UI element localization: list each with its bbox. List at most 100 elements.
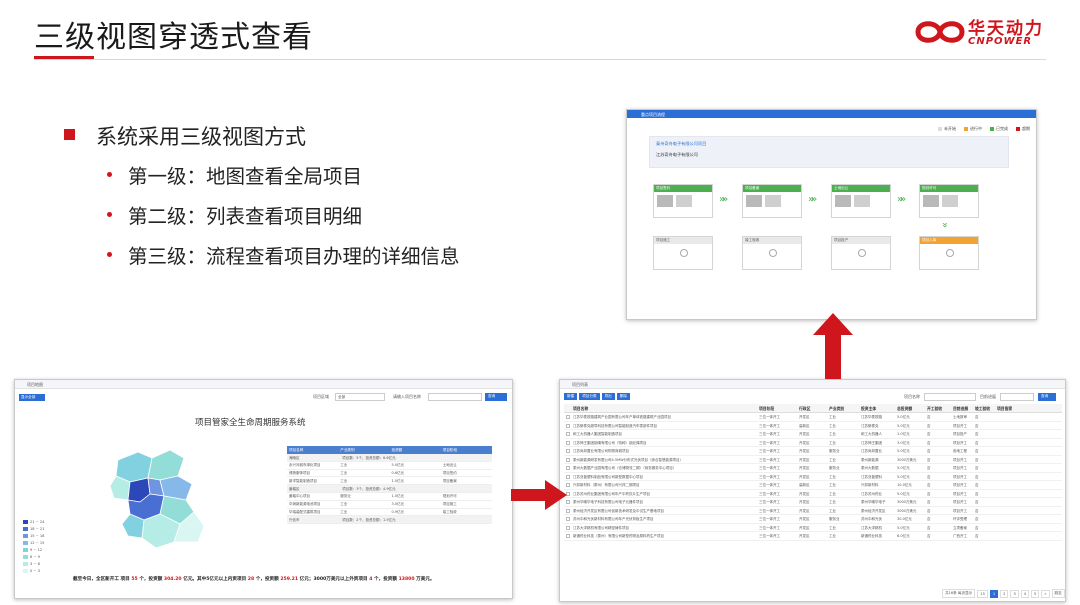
project-info-card: 泰州奇舟电子有限公司项目 江苏奇舟电子有限公司 xyxy=(649,136,1009,168)
pager-item[interactable]: 2 xyxy=(1000,589,1009,598)
project-name-link[interactable]: 新通药业科技（泰州）有限公司新型药物及原料药生产项目 xyxy=(572,532,758,540)
column-header[interactable] xyxy=(564,404,572,412)
table-row[interactable]: 江苏苏州药业集团有限公司年产中药饮片生产项目 三位一体开工 开发区 工业 江苏苏州药业 5… xyxy=(564,490,1062,498)
table-row[interactable]: 华瑞装配式建筑项目 工业 0.9亿元 竣工验收 xyxy=(287,509,492,517)
row-checkbox[interactable] xyxy=(566,457,570,462)
pager-item[interactable]: 跳至 xyxy=(1051,589,1065,598)
table-row[interactable]: 泰州华曦华电子科技有限公司电子元器件项目 三位一体开工 开发区 工业 泰州华曦华电子 30… xyxy=(564,498,1062,507)
row-checkbox[interactable] xyxy=(566,415,570,419)
project-name-link[interactable]: 江苏苏州药业集团有限公司年产中药饮片生产项目 xyxy=(572,490,758,498)
project-name-link[interactable]: 江苏尚邦置业有限公司购物商城项目 xyxy=(572,447,758,455)
table-row[interactable]: 泰州新能源研发有限公司4.5MW分布式光伏项目（综合智慧能源项目） 三位一体开工 开… xyxy=(564,456,1062,464)
pager-item[interactable]: 15 xyxy=(977,589,988,598)
column-header[interactable]: 产业类别 xyxy=(828,404,860,412)
stage-title: 项目备案 xyxy=(743,185,801,192)
row-checkbox[interactable] xyxy=(566,474,570,479)
table-row[interactable]: 华润新能源电池项目 工业 3.0亿元 项目施工 xyxy=(287,501,492,509)
table-row[interactable]: 江苏神王集团钢绳有限公司（特种）钢丝绳项目 三位一体开工 开发区 工业 江苏神王集团 3.… xyxy=(564,439,1062,447)
row-checkbox[interactable] xyxy=(566,517,570,521)
table-row[interactable]: 新通药业科技（泰州）有限公司新型药物及原料药生产项目 三位一体开工 开发区 工业 新通药… xyxy=(564,532,1062,541)
project-name-link[interactable]: 江苏华泰铁路建筑产业园有限公司年产单体铁路建筑产业园项目 xyxy=(572,413,758,421)
pager-item[interactable]: 5 xyxy=(1031,589,1040,598)
column-header[interactable]: 竣工验收 xyxy=(974,404,996,412)
new-button[interactable]: 新建 xyxy=(564,393,578,400)
column-header[interactable]: 总投资额 xyxy=(896,404,926,412)
pager-item[interactable]: 4 xyxy=(1020,589,1030,598)
region-map[interactable] xyxy=(100,442,220,562)
column-header[interactable]: 开工验收 xyxy=(926,404,952,412)
project-name-link[interactable]: 泰州华曦华电子科技有限公司电子元器件项目 xyxy=(572,498,758,506)
stage-card[interactable]: 项目备案 xyxy=(742,184,802,218)
name-filter-input[interactable] xyxy=(924,393,976,401)
project-name-link[interactable]: 泰州大数据产业园有限公司（仓储物流二期）（商务服务中心项目） xyxy=(572,464,758,472)
table-cell: 1.0亿元 xyxy=(391,478,405,483)
row-checkbox[interactable] xyxy=(566,466,570,470)
show-all-button[interactable]: 显示全部 xyxy=(19,394,45,401)
delete-button[interactable]: 删除 xyxy=(616,393,630,400)
table-cell: 江苏亚普塑料 xyxy=(861,474,882,479)
project-name-link[interactable]: 江苏亚普塑料制品有限公司新型数据中心项目 xyxy=(572,473,758,481)
pager-item[interactable]: 1 xyxy=(989,589,999,598)
project-name-link[interactable]: 江苏神王集团钢绳有限公司（特种）钢丝绳项目 xyxy=(572,439,758,447)
table-row[interactable]: 泰州大数据产业园有限公司（仓储物流二期）（商务服务中心项目） 三位一体开工 开发区 服… xyxy=(564,464,1062,473)
project-name-link[interactable]: 苏州中和光伏新材料有限公司年产光伏背板生产项目 xyxy=(572,515,758,523)
project-name-link[interactable]: 泰州经济开发区有限公司创新技术研发及中试生产基地项目 xyxy=(572,507,758,515)
map-search-button[interactable]: 查询 xyxy=(485,393,507,401)
stage-card[interactable]: 项目施工 xyxy=(653,236,713,270)
column-header[interactable]: 投资主体 xyxy=(860,404,896,412)
column-header[interactable]: 目前进展 xyxy=(952,404,974,412)
project-name-link[interactable]: 和工大机器人集团智能制造项目 xyxy=(572,430,758,438)
table-row[interactable]: 新洋智能制造项目 工业 1.0亿元 项目备案 xyxy=(287,477,492,486)
area-filter-label: 项目区域 xyxy=(313,394,329,399)
table-row[interactable]: 和工大机器人集团智能制造项目 三位一体开工 开发区 工业 和工大机器人 1.0亿元 否 项目投… xyxy=(564,430,1062,439)
stage-card[interactable]: 项目入库 xyxy=(919,236,979,270)
group-row[interactable]: 海陵区 项目数：5个，投资总额：6.6亿元 xyxy=(287,454,492,462)
project-name-link[interactable]: 江苏大洋精机有限公司精密铸件项目 xyxy=(572,524,758,532)
project-name-link[interactable]: 泰州新能源研发有限公司4.5MW分布式光伏项目（综合智慧能源项目） xyxy=(572,456,758,464)
row-checkbox[interactable] xyxy=(566,440,570,445)
column-header[interactable]: 项目管家 xyxy=(996,404,1018,412)
project-name-link[interactable]: 兴邦新材料（泰州）有限公司兴邦二期项目 xyxy=(572,481,758,489)
name-filter-input[interactable] xyxy=(428,393,482,401)
row-checkbox[interactable] xyxy=(566,534,570,538)
stage-card[interactable]: 竣工验收 xyxy=(742,236,802,270)
export-button[interactable]: 导出 xyxy=(601,393,615,400)
table-cell: 否 xyxy=(927,415,931,419)
project-name-link[interactable]: 江苏斯泰克超导科技有限公司智能制造汽车零部件项目 xyxy=(572,422,758,430)
stage-title: 项目签约 xyxy=(654,185,712,192)
column-header[interactable]: 项目名称 xyxy=(572,404,758,412)
table-row[interactable]: 永兴河城市绿化项目 工业 5.0亿元 土地出让 xyxy=(287,462,492,470)
pager-item[interactable]: 3 xyxy=(1010,589,1019,598)
table-row[interactable]: 苏州中和光伏新材料有限公司年产光伏背板生产项目 三位一体开工 开发区 服务业 苏州中和光… xyxy=(564,515,1062,524)
stage-card[interactable]: 项目签约 xyxy=(653,184,713,218)
table-row[interactable]: 江苏尚邦置业有限公司购物商城项目 三位一体开工 开发区 服务业 江苏尚邦置业 5.0亿元 否… xyxy=(564,447,1062,456)
stage-card[interactable]: 土地出让 xyxy=(831,184,891,218)
table-row[interactable]: 江苏亚普塑料制品有限公司新型数据中心项目 三位一体开工 开发区 工业 江苏亚普塑料 5.0… xyxy=(564,473,1062,481)
list-search-button[interactable]: 查询 xyxy=(1038,393,1056,401)
table-row[interactable]: 泰州经济开发区有限公司创新技术研发及中试生产基地项目 三位一体开工 开发区 工业 泰州经… xyxy=(564,507,1062,515)
column-header[interactable]: 行政区 xyxy=(798,404,828,412)
table-row[interactable]: 江苏斯泰克超导科技有限公司智能制造汽车零部件项目 三位一体开工 高新区 工业 江苏斯泰克… xyxy=(564,422,1062,430)
row-checkbox[interactable] xyxy=(566,423,570,428)
table-row[interactable]: 姜堰中心项目 服务业 1.0亿元 规划许可 xyxy=(287,493,492,501)
row-checkbox[interactable] xyxy=(566,449,570,453)
table-row[interactable]: 博扬服饰项目 工业 0.6亿元 项目签约 xyxy=(287,470,492,478)
pager-item[interactable]: » xyxy=(1041,589,1050,598)
stage-card[interactable]: 规划许可 xyxy=(919,184,979,218)
summary-text: 个，投资额 xyxy=(254,577,281,582)
progress-filter-select[interactable] xyxy=(1000,393,1034,401)
group-row[interactable]: 兴化市 项目数：2个，投资总额：1.5亿元 xyxy=(287,516,492,525)
table-row[interactable]: 江苏华泰铁路建筑产业园有限公司年产单体铁路建筑产业园项目 三位一体开工 开发区 工业 江… xyxy=(564,413,1062,422)
category-button[interactable]: 项目分类 xyxy=(579,393,600,400)
column-header[interactable]: 项目阶段 xyxy=(758,404,798,412)
row-checkbox[interactable] xyxy=(566,525,570,530)
project-name[interactable]: 泰州奇舟电子有限公司项目 xyxy=(656,141,706,147)
table-row[interactable]: 江苏大洋精机有限公司精密铸件项目 三位一体开工 开发区 工业 江苏大洋精机 5.0亿元 否 立… xyxy=(564,524,1062,532)
summary-footer: 截至今日，全区新开工 项目 55 个，投资额 304.20 亿元。其中5亿元以上… xyxy=(73,576,453,584)
table-cell: 否 xyxy=(975,466,979,470)
area-filter-select[interactable]: 全部 xyxy=(335,393,385,401)
stage-card[interactable]: 项目投产 xyxy=(831,236,891,270)
table-row[interactable]: 兴邦新材料（泰州）有限公司兴邦二期项目 三位一体开工 高新区 工业 兴邦新材料 10.0亿… xyxy=(564,481,1062,490)
group-row[interactable]: 姜堰区 项目数：3个，投资总额：4.9亿元 xyxy=(287,485,492,493)
row-checkbox[interactable] xyxy=(566,432,570,436)
